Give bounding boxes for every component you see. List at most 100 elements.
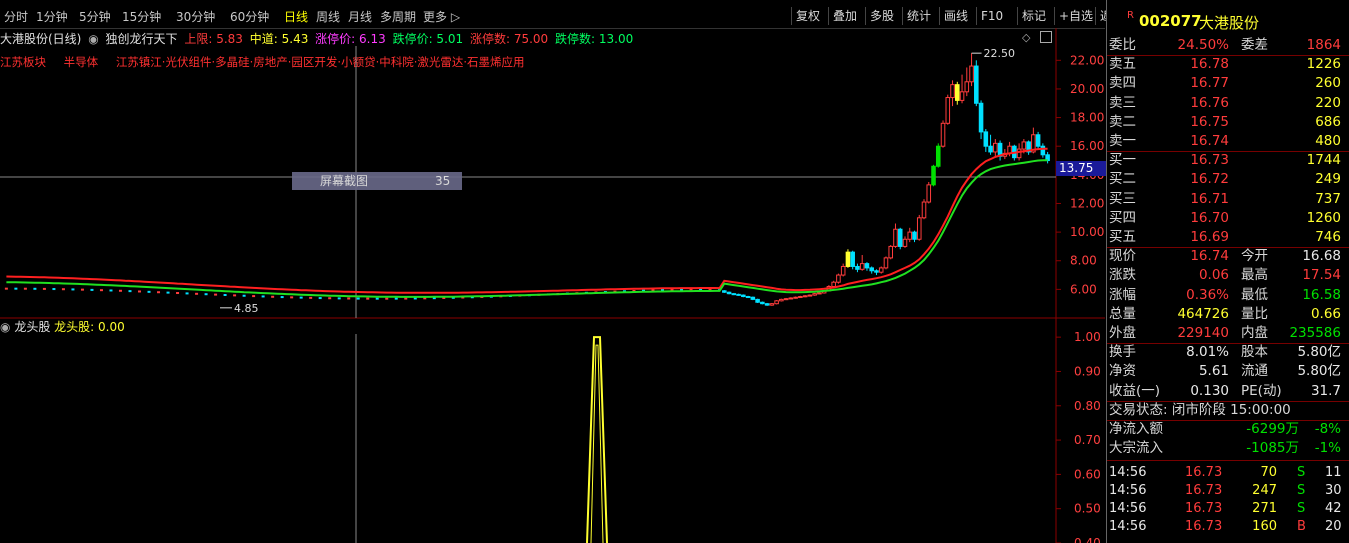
stat-row: 涨跌 0.06 最高 17.54 xyxy=(1107,266,1341,285)
osc-tick-label: 0.60 xyxy=(1074,467,1101,481)
row-label: 卖五 xyxy=(1109,56,1136,73)
row-value-2: 260 xyxy=(1315,75,1341,92)
history-candle xyxy=(42,287,46,290)
tick-price: 16.73 xyxy=(1185,483,1223,499)
row-value-2: 746 xyxy=(1315,229,1341,245)
row-label: 买一 xyxy=(1109,152,1136,169)
ask-row: 卖四 16.77 260 xyxy=(1107,74,1341,93)
row-label: 现价 xyxy=(1109,248,1136,265)
ma-green-line xyxy=(6,159,1048,298)
history-candle xyxy=(157,291,161,294)
row-value: 16.70 xyxy=(1190,209,1229,226)
row-value: 24.50% xyxy=(1177,37,1229,53)
osc-tick-label: 0.50 xyxy=(1074,502,1101,516)
row-value-2: 235586 xyxy=(1289,325,1341,341)
osc-name[interactable]: 龙头股 xyxy=(14,320,50,334)
row-label-2: 内盘 xyxy=(1241,325,1268,341)
row-value-2: 737 xyxy=(1315,190,1341,207)
candle-body xyxy=(988,145,993,153)
history-candle xyxy=(138,290,142,293)
tick-count: 20 xyxy=(1325,519,1342,535)
candle-body xyxy=(788,297,794,300)
price-tick-label: 22.00 xyxy=(1070,53,1104,67)
bid-row: 买五 16.69 746 xyxy=(1107,228,1341,247)
row-label: 收益(一) xyxy=(1109,382,1161,399)
candle-body xyxy=(950,84,955,99)
tick-row: 14:56 16.73 271 S 42 xyxy=(1107,500,1342,518)
quote-panel: R 002077 大港股份 委比 24.50% 委差 1864 卖五 16.78 1226 卖… xyxy=(1106,0,1349,543)
tooltip-label: 屏幕截图 xyxy=(320,174,369,188)
candle-body xyxy=(760,301,765,305)
kline-chart[interactable]: 22.504.8522.0020.0018.0016.0014.0012.001… xyxy=(0,0,1105,543)
row-label-2: 量比 xyxy=(1241,305,1268,322)
history-candle xyxy=(242,294,246,297)
candle-body xyxy=(1021,141,1027,150)
history-candle xyxy=(328,297,332,300)
row-value: 16.74 xyxy=(1190,133,1229,149)
flow-value: -1085万 xyxy=(1246,440,1299,457)
history-candle xyxy=(252,295,256,298)
tick-time: 14:56 xyxy=(1109,519,1147,535)
row-value: 16.69 xyxy=(1190,229,1229,245)
separator xyxy=(1107,460,1349,462)
row-value-2: 480 xyxy=(1315,133,1341,149)
osc-toggle-icon[interactable]: ◉ xyxy=(0,320,10,334)
row-value: 16.74 xyxy=(1190,248,1229,265)
row-value-2: 220 xyxy=(1315,94,1341,111)
history-candle xyxy=(52,288,56,291)
row-value-2: 17.54 xyxy=(1302,267,1341,284)
history-candle xyxy=(14,287,18,290)
candle-body xyxy=(855,265,860,270)
row-label: 买五 xyxy=(1109,229,1136,245)
history-candle xyxy=(337,297,341,300)
price-tick-label: 18.00 xyxy=(1070,111,1104,125)
candle-body xyxy=(864,263,870,269)
history-candle xyxy=(214,293,218,296)
candle-body xyxy=(840,265,846,276)
row-label-2: 股本 xyxy=(1241,344,1268,361)
history-candle xyxy=(195,292,199,295)
history-candle xyxy=(99,289,103,292)
stat-row: 现价 16.74 今开 16.68 xyxy=(1107,247,1341,266)
history-candle xyxy=(233,294,237,297)
tick-side: S xyxy=(1297,501,1306,517)
candle-body xyxy=(945,97,951,124)
flow-row: 净流入额 -6299万 -8% xyxy=(1107,420,1341,439)
history-candle xyxy=(204,293,208,296)
candle-body xyxy=(726,291,732,295)
tick-row: 14:56 16.73 70 S 11 xyxy=(1107,464,1342,482)
price-tick-label: 8.00 xyxy=(1070,254,1097,268)
history-candle xyxy=(90,288,94,291)
row-label: 外盘 xyxy=(1109,325,1136,341)
candle-body xyxy=(926,184,932,203)
row-value-2: 1744 xyxy=(1306,152,1341,169)
candle-body xyxy=(921,201,927,219)
flow-pct: -1% xyxy=(1314,440,1341,457)
candle-body xyxy=(897,228,903,247)
history-candle xyxy=(185,292,189,295)
osc-value: 龙头股: 0.00 xyxy=(54,320,125,334)
row-label: 涨跌 xyxy=(1109,267,1136,284)
row-label: 涨幅 xyxy=(1109,286,1136,303)
row-label-2: 委差 xyxy=(1241,37,1268,53)
candle-body xyxy=(993,142,998,153)
bid-row: 买四 16.70 1260 xyxy=(1107,209,1341,228)
bid-row: 买二 16.72 249 xyxy=(1107,170,1341,189)
stat2-row: 净资 5.61 流通 5.80亿 xyxy=(1107,362,1341,381)
candle-body xyxy=(955,84,960,101)
row-value: 16.77 xyxy=(1190,75,1229,92)
history-candle xyxy=(71,288,75,291)
tooltip-value: 35 xyxy=(435,174,451,188)
candle-body xyxy=(940,122,946,147)
ask-row: 卖三 16.76 220 xyxy=(1107,94,1341,113)
candle-body xyxy=(931,165,936,186)
history-candle xyxy=(61,288,65,291)
row-label-2: PE(动) xyxy=(1241,382,1282,399)
candle-body xyxy=(1035,134,1041,147)
price-tick-label: 16.00 xyxy=(1070,139,1104,153)
candle-body xyxy=(1040,145,1046,156)
candle-body xyxy=(850,251,855,267)
row-value: 0.36% xyxy=(1186,286,1229,303)
row-label: 卖四 xyxy=(1109,75,1136,92)
ask-row: 卖二 16.75 686 xyxy=(1107,113,1341,132)
